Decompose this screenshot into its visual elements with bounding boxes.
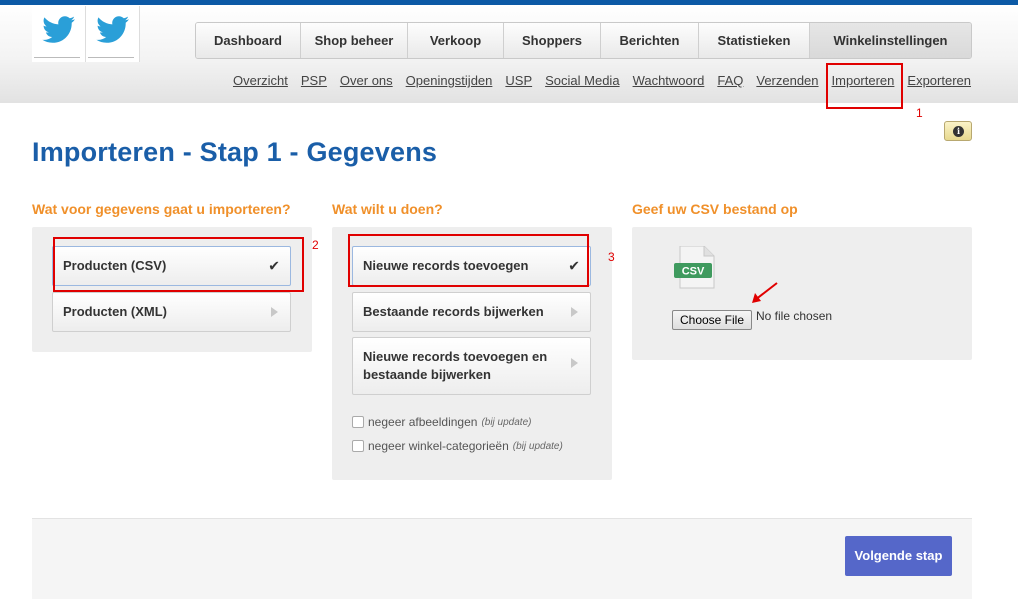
subnav-openingstijden[interactable]: Openingstijden [406,73,493,88]
option-producten-xml[interactable]: Producten (XML) [52,292,291,332]
subnav-usp[interactable]: USP [505,73,532,88]
annotation-box-nieuwe-records [348,234,589,287]
option-toevoegen-en-bijwerken[interactable]: Nieuwe records toevoegen en bestaande bi… [352,337,591,395]
logo-caption-line [88,57,134,58]
annotation-arrow-icon [752,282,778,303]
next-step-button[interactable]: Volgende stap [845,536,952,576]
csv-file-icon: CSV [674,246,715,289]
tab-shop-beheer[interactable]: Shop beheer [301,23,408,58]
subnav-overzicht[interactable]: Overzicht [233,73,288,88]
info-icon: i [953,126,964,137]
chevron-right-icon [571,307,578,317]
subnav-exporteren[interactable]: Exporteren [907,73,971,88]
page-title: Importeren - Stap 1 - Gegevens [32,137,438,167]
checkbox-negeer-winkel-categorieen[interactable]: negeer winkel-categorieën (bij update) [352,439,563,453]
action-section-title: Wat wilt u doen? [332,201,443,217]
checkbox-box[interactable] [352,416,364,428]
option-label: Bestaande records bijwerken [363,304,544,319]
tab-dashboard[interactable]: Dashboard [196,23,301,58]
twitter-bird-icon [96,16,129,43]
annotation-number-2: 2 [312,238,319,252]
subnav-social-media[interactable]: Social Media [545,73,619,88]
option-bestaande-records[interactable]: Bestaande records bijwerken [352,292,591,332]
csv-icon-label: CSV [682,266,705,278]
type-section-title: Wat voor gegevens gaat u importeren? [32,201,291,217]
annotation-box-importeren [826,63,903,109]
checkbox-label: negeer afbeeldingen [368,415,478,429]
upload-section-title: Geef uw CSV bestand op [632,201,798,217]
annotation-number-3: 3 [608,250,615,264]
subnav-over-ons[interactable]: Over ons [340,73,393,88]
option-label: Nieuwe records toevoegen en bestaande bi… [363,349,548,382]
option-label: Producten (XML) [63,304,167,319]
subnav-faq[interactable]: FAQ [717,73,743,88]
tab-statistieken[interactable]: Statistieken [699,23,810,58]
info-button[interactable]: i [944,121,972,141]
logo-caption-line [34,57,80,58]
checkbox-box[interactable] [352,440,364,452]
choose-file-button[interactable]: Choose File [672,310,752,330]
annotation-number-1: 1 [916,106,923,120]
tab-shoppers[interactable]: Shoppers [504,23,601,58]
chevron-right-icon [571,358,578,368]
annotation-box-csv [53,237,304,292]
subnav-wachtwoord[interactable]: Wachtwoord [633,73,705,88]
twitter-bird-icon [42,16,75,43]
checkbox-label: negeer winkel-categorieën [368,439,509,453]
chevron-right-icon [271,307,278,317]
main-nav: Dashboard Shop beheer Verkoop Shoppers B… [195,22,972,59]
secondary-logo[interactable] [86,6,140,62]
subnav-psp[interactable]: PSP [301,73,327,88]
tab-winkelinstellingen[interactable]: Winkelinstellingen [810,23,971,58]
tab-berichten[interactable]: Berichten [601,23,699,58]
tab-verkoop[interactable]: Verkoop [408,23,504,58]
file-status: No file chosen [756,309,833,323]
footer-bar [32,518,972,599]
checkbox-note: (bij update) [512,440,563,452]
subnav-verzenden[interactable]: Verzenden [756,73,818,88]
shop-logo[interactable] [32,6,86,62]
checkbox-note: (bij update) [481,416,532,428]
checkbox-negeer-afbeeldingen[interactable]: negeer afbeeldingen (bij update) [352,415,531,429]
